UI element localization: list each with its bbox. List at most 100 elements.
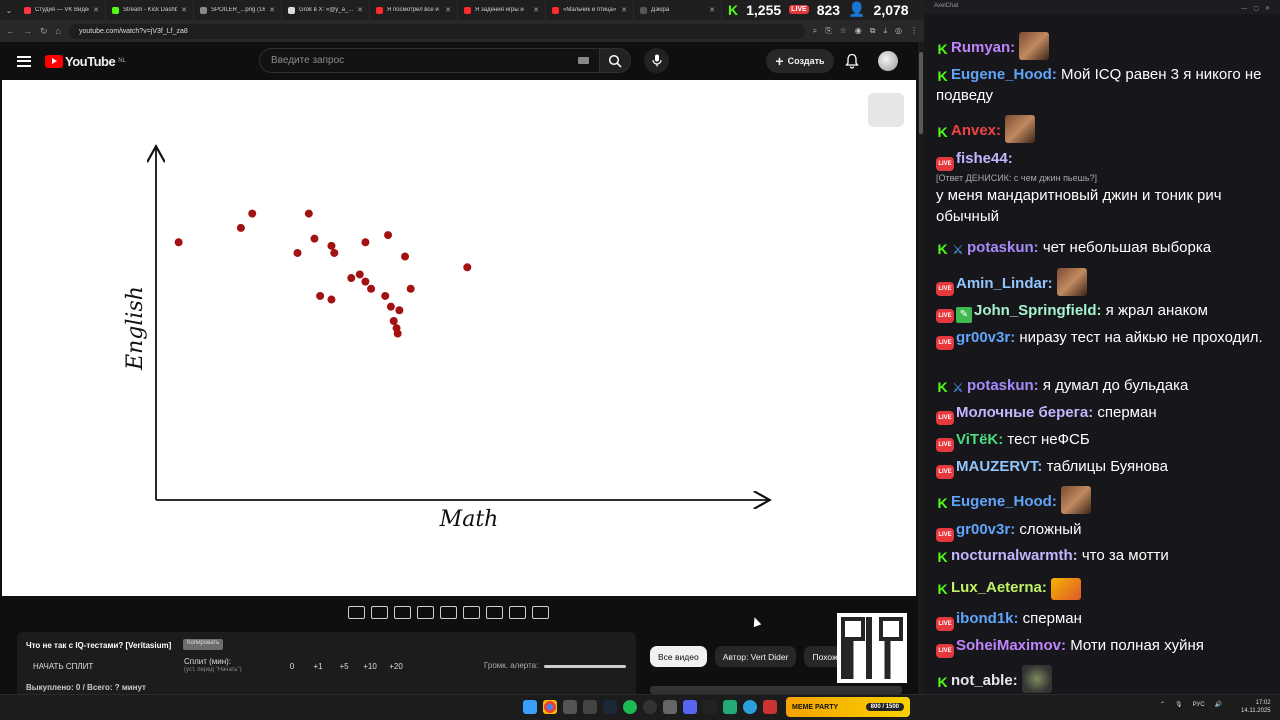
filter-chip[interactable]: Все видео xyxy=(650,646,707,667)
emote-icon xyxy=(1005,115,1036,143)
browser-tab[interactable]: Дзюра ✕ xyxy=(634,1,722,19)
add-icon[interactable] xyxy=(486,606,503,619)
tab-close-icon[interactable]: ✕ xyxy=(533,6,539,14)
tray-chevron-icon[interactable]: ⌃ xyxy=(1160,701,1165,708)
notifications-bell-icon[interactable] xyxy=(845,53,859,69)
chat-text: ниразу тест на айкью не проходил. xyxy=(1019,329,1263,346)
app-icon-3[interactable] xyxy=(723,700,737,714)
settings-icon[interactable] xyxy=(532,606,549,619)
chat-username[interactable]: MAUZERVT: xyxy=(956,458,1042,475)
keyboard-icon[interactable] xyxy=(578,57,589,64)
speed-icon[interactable] xyxy=(463,606,480,619)
browser-tab[interactable]: Студия — VK Видео ✕ xyxy=(18,1,106,19)
split-add-button[interactable]: +1 xyxy=(305,662,331,671)
clock[interactable]: 17:02 14.11.2025 xyxy=(1241,699,1271,715)
chrome-icon[interactable] xyxy=(543,700,557,714)
video-player[interactable]: Math English xyxy=(2,80,916,596)
cast-icon[interactable] xyxy=(371,606,388,619)
tab-close-icon[interactable]: ✕ xyxy=(269,6,275,14)
chat-username[interactable]: nocturnalwarmth: xyxy=(951,547,1078,564)
split-add-button[interactable]: 0 xyxy=(279,662,305,671)
filter-chip[interactable]: Автор: Vert Dider xyxy=(714,646,797,667)
start-split-button[interactable]: НАЧАТЬ СПЛИТ xyxy=(33,662,93,671)
browser-tab[interactable]: Stream - Kick Dashb ✕ xyxy=(106,1,194,19)
youtube-logo[interactable]: YouTube NL xyxy=(45,54,126,69)
more-icon[interactable]: ⋮ xyxy=(910,26,918,36)
meme-party-widget[interactable]: MEME PARTY 800 / 1500 xyxy=(786,697,910,717)
forward-icon[interactable]: → xyxy=(23,26,32,36)
extension-icon[interactable]: ◉ xyxy=(855,26,862,36)
browser-tab[interactable]: «Мальчик и птица» ✕ xyxy=(546,1,634,19)
browser-tab[interactable]: Я задения игры и ✕ xyxy=(458,1,546,19)
browser-tab[interactable]: SPOILER_...png (16: ✕ xyxy=(194,1,282,19)
translate-icon[interactable]: ⎘ xyxy=(825,26,831,36)
tab-close-icon[interactable]: ✕ xyxy=(621,6,627,14)
steam-icon[interactable] xyxy=(603,700,617,714)
home-icon[interactable]: ⌂ xyxy=(56,26,61,36)
chat-username[interactable]: not_able: xyxy=(951,672,1018,689)
screen-icon[interactable] xyxy=(440,606,457,619)
tab-search-icon[interactable]: ⌄ xyxy=(0,6,18,15)
tab-close-icon[interactable]: ✕ xyxy=(357,6,363,14)
chat-username[interactable]: gr00v3r: xyxy=(956,521,1015,538)
app-icon-2[interactable] xyxy=(663,700,677,714)
chat-username[interactable]: potaskun: xyxy=(967,239,1039,256)
chat-username[interactable]: gr00v3r: xyxy=(956,329,1015,346)
obs-icon[interactable] xyxy=(643,700,657,714)
chat-username[interactable]: Rumyan: xyxy=(951,39,1015,56)
browser-icon[interactable] xyxy=(563,700,577,714)
chat-username[interactable]: SoheiMaximov: xyxy=(956,637,1066,654)
account-avatar[interactable] xyxy=(878,51,898,71)
chat-username[interactable]: Eugene_Hood: xyxy=(951,66,1057,83)
alert-volume-slider[interactable] xyxy=(544,665,626,668)
voice-search-button[interactable] xyxy=(644,48,669,73)
terminal-icon[interactable] xyxy=(703,700,717,714)
language-indicator[interactable]: РУС xyxy=(1193,702,1205,708)
tab-close-icon[interactable]: ✕ xyxy=(709,6,715,14)
back-icon[interactable]: ← xyxy=(6,26,15,36)
split-add-button[interactable]: +5 xyxy=(331,662,357,671)
search-button[interactable] xyxy=(599,48,631,73)
chat-username[interactable]: Eugene_Hood: xyxy=(951,493,1057,510)
loop-icon[interactable] xyxy=(348,606,365,619)
discord-icon[interactable] xyxy=(683,700,697,714)
search-input[interactable]: Введите запрос xyxy=(259,48,600,73)
copy-button[interactable]: Копировать xyxy=(183,639,224,650)
chat-username[interactable]: potaskun: xyxy=(967,377,1039,394)
reload-icon[interactable]: ↻ xyxy=(40,26,48,37)
chat-username[interactable]: Amin_Lindar: xyxy=(956,275,1053,292)
windows-start-icon[interactable] xyxy=(523,700,537,714)
chat-username[interactable]: John_Springfield: xyxy=(974,302,1102,319)
window-controls[interactable]: — ▢ ✕ xyxy=(1241,3,1270,12)
clip-icon[interactable] xyxy=(417,606,434,619)
search-icon[interactable]: ⌕ xyxy=(813,26,817,36)
chat-username[interactable]: Lux_Aeterna: xyxy=(951,579,1047,596)
tab-close-icon[interactable]: ✕ xyxy=(181,6,187,14)
browser-tab[interactable]: Grok в X: «@y_a_... ✕ xyxy=(282,1,370,19)
chat-username[interactable]: ibond1k: xyxy=(956,610,1019,627)
split-add-button[interactable]: +10 xyxy=(357,662,383,671)
app-icon[interactable] xyxy=(583,700,597,714)
microphone-tray-icon[interactable]: 🎙 xyxy=(1175,701,1183,708)
chat-username[interactable]: fishe44: xyxy=(956,150,1013,167)
profile-icon[interactable]: ◎ xyxy=(895,26,902,36)
tab-close-icon[interactable]: ✕ xyxy=(93,6,99,14)
pip-icon[interactable] xyxy=(394,606,411,619)
volume-icon[interactable]: 🔊 xyxy=(1215,701,1222,708)
spotify-icon[interactable] xyxy=(623,700,637,714)
browser-tab[interactable]: Я посмотрел все и ✕ xyxy=(370,1,458,19)
app-icon-4[interactable] xyxy=(763,700,777,714)
bookmark-star-icon[interactable]: ☆ xyxy=(840,26,847,36)
chat-username[interactable]: Молочные берега: xyxy=(956,404,1093,421)
telegram-icon[interactable] xyxy=(743,700,757,714)
tab-close-icon[interactable]: ✕ xyxy=(445,6,451,14)
create-button[interactable]: + Создать xyxy=(766,49,834,73)
hamburger-menu-icon[interactable] xyxy=(17,55,31,67)
chat-username[interactable]: Anvex: xyxy=(951,122,1001,139)
address-bar[interactable]: youtube.com/watch?v=jV3f_Lf_za8 xyxy=(68,23,805,39)
download-icon[interactable]: ⤓ xyxy=(883,26,887,36)
chat-username[interactable]: ViTёK: xyxy=(956,431,1003,448)
split-add-button[interactable]: +20 xyxy=(383,662,409,671)
camera-icon[interactable] xyxy=(509,606,526,619)
puzzle-icon[interactable]: ⧉ xyxy=(870,26,876,36)
